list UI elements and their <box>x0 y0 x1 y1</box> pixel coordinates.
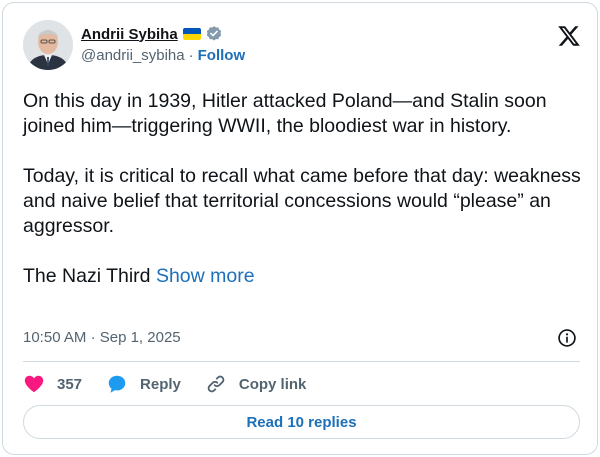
tweet-body: On this day in 1939, Hitler attacked Pol… <box>23 90 581 287</box>
like-count: 357 <box>57 375 83 393</box>
copy-link-button[interactable]: Copy link <box>205 373 307 395</box>
show-more-link[interactable]: Show more <box>156 265 255 287</box>
heart-icon <box>24 375 44 393</box>
follow-button[interactable]: Follow <box>198 47 246 64</box>
like-button[interactable]: 357 <box>23 373 82 395</box>
author-name[interactable]: Andrii Sybiha <box>81 26 178 43</box>
author-handle[interactable]: @andrii_sybiha <box>81 47 185 64</box>
ukraine-flag-icon <box>182 28 201 40</box>
info-icon[interactable] <box>557 328 577 348</box>
divider <box>23 361 580 362</box>
avatar[interactable] <box>23 20 73 70</box>
read-replies-label: Read 10 replies <box>246 413 357 431</box>
reply-bubble-icon <box>108 375 126 393</box>
tweet-card: Andrii Sybiha @andrii_sybiha · Follow On… <box>2 2 598 455</box>
x-logo-icon[interactable] <box>557 24 581 48</box>
reply-label: Reply <box>140 375 181 393</box>
handle-separator: · <box>188 47 194 64</box>
reply-button[interactable]: Reply <box>106 373 181 395</box>
tweet-text: On this day in 1939, Hitler attacked Pol… <box>23 89 583 289</box>
author-handle-row: @andrii_sybiha · Follow <box>81 47 245 64</box>
verified-badge-icon <box>206 26 221 41</box>
tweet-time: 10:50 AM <box>23 329 87 346</box>
timestamp-separator: · <box>90 329 96 346</box>
tweet-header: Andrii Sybiha @andrii_sybiha · Follow <box>23 20 583 72</box>
action-bar: 357 Reply Copy link <box>23 372 330 396</box>
copy-link-label: Copy link <box>238 375 307 393</box>
link-icon <box>207 375 225 393</box>
tweet-date: Sep 1, 2025 <box>99 329 181 346</box>
tweet-timestamp[interactable]: 10:50 AM · Sep 1, 2025 <box>23 329 181 346</box>
read-replies-button[interactable]: Read 10 replies <box>23 405 580 439</box>
author-name-row: Andrii Sybiha <box>81 24 223 44</box>
